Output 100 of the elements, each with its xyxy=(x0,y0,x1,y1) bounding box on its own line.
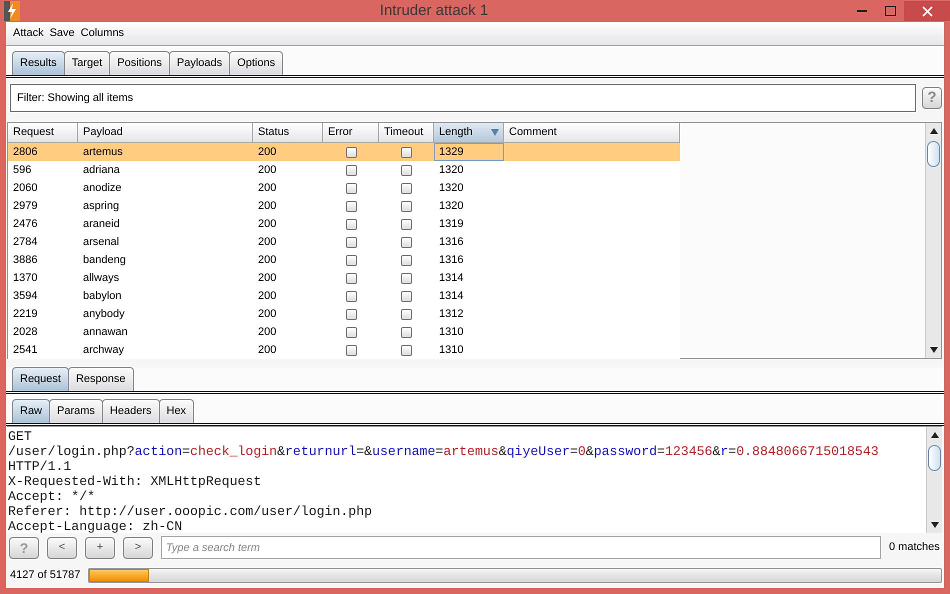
table-cell-text: arsenal xyxy=(82,235,120,250)
checkbox[interactable] xyxy=(401,200,412,212)
progress-label: 4127 of 51787 xyxy=(10,568,80,583)
tab[interactable]: Hex xyxy=(158,399,194,423)
close-icon[interactable] xyxy=(904,1,950,21)
checkbox[interactable] xyxy=(401,254,412,266)
scrollbar[interactable] xyxy=(925,123,941,358)
checkbox[interactable] xyxy=(401,146,412,158)
checkbox[interactable] xyxy=(401,164,412,176)
filter-bar[interactable]: Filter: Showing all items xyxy=(10,84,916,112)
table-cell-text: 1310 xyxy=(438,343,464,358)
table-cell-text: 1310 xyxy=(438,325,464,340)
table-row[interactable]: 2028 annawan 200 1310 xyxy=(8,323,680,341)
table-row[interactable]: 2219 anybody 200 1312 xyxy=(8,305,680,323)
table-row[interactable]: 3594 babylon 200 1314 xyxy=(8,287,680,305)
table-cell-text: 1320 xyxy=(438,181,464,196)
tab[interactable]: Response xyxy=(68,367,134,391)
table-cell-text: 200 xyxy=(257,217,278,232)
checkbox[interactable] xyxy=(401,236,412,248)
table-cell-text: 200 xyxy=(257,145,278,160)
table-cell-text: 2541 xyxy=(12,343,38,358)
table-cell-text: 2028 xyxy=(12,325,38,340)
table-cell-text: 1320 xyxy=(438,199,464,214)
table-cell-text: 200 xyxy=(257,289,278,304)
scroll-thumb[interactable] xyxy=(927,141,940,167)
checkbox[interactable] xyxy=(401,272,412,284)
checkbox[interactable] xyxy=(346,308,356,320)
checkbox[interactable] xyxy=(401,326,412,338)
checkbox[interactable] xyxy=(346,290,356,302)
checkbox[interactable] xyxy=(346,146,356,158)
table-cell-text: 2806 xyxy=(12,145,38,160)
table-cell-text: allways xyxy=(82,271,120,286)
table-cell-text: 1320 xyxy=(438,163,464,178)
search-field[interactable]: Type a search term xyxy=(161,536,881,559)
table-cell-text: 1319 xyxy=(438,217,464,232)
table-cell-text: 200 xyxy=(257,253,278,268)
checkbox[interactable] xyxy=(401,182,412,194)
checkbox[interactable] xyxy=(401,218,412,230)
menu-item[interactable]: Save xyxy=(50,25,75,42)
table-cell-text: 200 xyxy=(257,343,278,358)
table-cell-text: annawan xyxy=(82,325,129,340)
table-cell-text: 2476 xyxy=(12,217,38,232)
table-cell-text: adriana xyxy=(82,163,121,178)
checkbox[interactable] xyxy=(346,218,356,230)
table-cell-text: 2784 xyxy=(12,235,38,250)
checkbox[interactable] xyxy=(346,236,356,248)
table-row[interactable]: 1370 allways 200 1314 xyxy=(8,269,680,287)
scrollbar[interactable] xyxy=(926,427,942,533)
table-row[interactable]: 2784 arsenal 200 1316 xyxy=(8,233,680,251)
checkbox[interactable] xyxy=(346,164,356,176)
nav-button[interactable]: < xyxy=(47,536,77,558)
menu-item[interactable]: Attack xyxy=(13,25,44,42)
checkbox[interactable] xyxy=(346,344,356,356)
match-count: 0 matches xyxy=(889,540,940,556)
table-row[interactable]: 2476 araneid 200 1319 xyxy=(8,215,680,233)
table-row[interactable]: 2060 anodize 200 1320 xyxy=(8,179,680,197)
menu-item[interactable]: Columns xyxy=(80,25,124,42)
checkbox[interactable] xyxy=(346,200,356,212)
table-row[interactable]: 2806 artemus 200 1329 xyxy=(8,143,680,161)
table-row[interactable]: 3886 bandeng 200 1316 xyxy=(8,251,680,269)
scroll-thumb[interactable] xyxy=(928,445,941,471)
tab[interactable]: Params xyxy=(49,399,103,423)
table-cell-text: babylon xyxy=(82,289,123,304)
window-title: Intruder attack 1 xyxy=(378,0,490,21)
table-cell-text: archway xyxy=(82,343,125,358)
table-row[interactable]: 2541 archway 200 1310 xyxy=(8,341,680,359)
tab[interactable]: Results xyxy=(12,51,65,75)
table-cell-text: 1314 xyxy=(438,271,464,286)
tab[interactable]: Request xyxy=(12,367,69,391)
app-logo-icon xyxy=(4,1,20,21)
table-cell-text: 1312 xyxy=(438,307,464,322)
checkbox[interactable] xyxy=(346,272,356,284)
table-cell-text: 200 xyxy=(257,325,278,340)
table-row[interactable]: 596 adriana 200 1320 xyxy=(8,161,680,179)
table-cell-text: 3886 xyxy=(12,253,38,268)
checkbox[interactable] xyxy=(346,254,356,266)
table-cell-text: araneid xyxy=(82,217,121,232)
checkbox[interactable] xyxy=(346,182,356,194)
checkbox[interactable] xyxy=(401,290,412,302)
nav-button[interactable]: > xyxy=(123,536,153,558)
table-cell-text: anodize xyxy=(82,181,123,196)
tab[interactable]: Positions xyxy=(109,51,170,75)
column-header[interactable]: Length xyxy=(434,123,504,143)
table-cell-text: anybody xyxy=(82,307,126,322)
tab[interactable]: Raw xyxy=(12,399,50,423)
tab[interactable]: Headers xyxy=(102,399,160,423)
tab[interactable]: Options xyxy=(229,51,284,75)
nav-button[interactable]: + xyxy=(85,536,115,558)
table-row[interactable]: 2979 aspring 200 1320 xyxy=(8,197,680,215)
table-cell-text: 596 xyxy=(12,163,32,178)
checkbox[interactable] xyxy=(346,326,356,338)
table-cell-text: aspring xyxy=(82,199,120,214)
table-cell-text: 2979 xyxy=(12,199,38,214)
filter-label: Filter: Showing all items xyxy=(17,90,134,106)
tab[interactable]: Payloads xyxy=(168,51,230,75)
table-cell-text: 1370 xyxy=(12,271,38,286)
checkbox[interactable] xyxy=(401,344,412,356)
checkbox[interactable] xyxy=(401,308,412,320)
tab[interactable]: Target xyxy=(64,51,110,75)
table-cell-text: 1316 xyxy=(438,253,464,268)
